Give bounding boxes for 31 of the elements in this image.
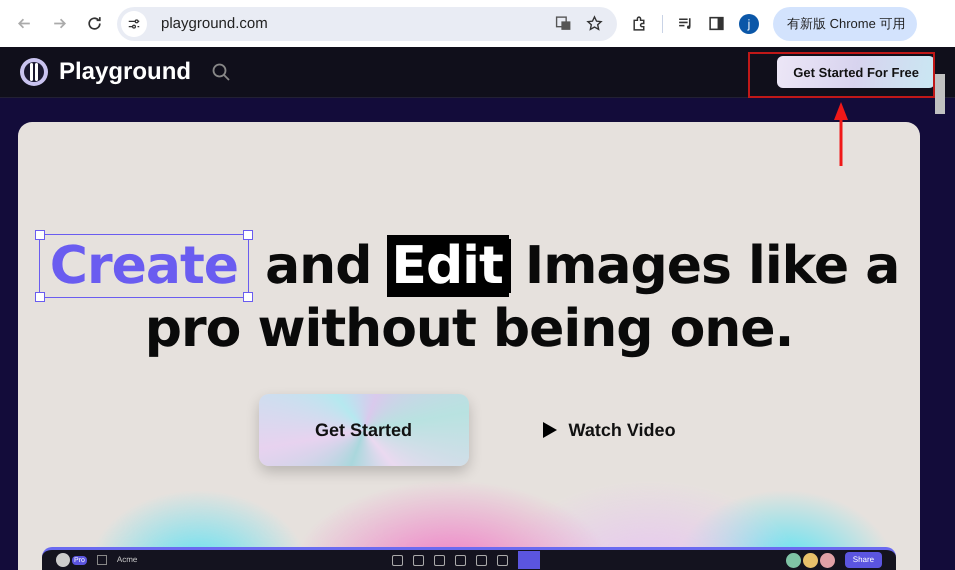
search-icon[interactable] — [211, 62, 232, 82]
tool-icon — [434, 554, 445, 566]
tool-icon — [476, 554, 487, 566]
play-icon — [542, 422, 557, 438]
headline-text: Images like a — [524, 235, 900, 297]
headline-text: pro without being one. — [144, 298, 794, 360]
tool-icon — [454, 554, 466, 566]
brand-name[interactable]: Playground — [59, 58, 192, 86]
tool-icon — [392, 554, 403, 566]
address-bar[interactable]: playground.com — [117, 6, 617, 40]
pen-tool-icon — [518, 551, 540, 569]
watch-video-button[interactable]: Watch Video — [538, 416, 680, 444]
project-name: Acme — [116, 555, 138, 565]
tool-icon — [412, 554, 424, 566]
reload-icon[interactable] — [86, 15, 103, 32]
annotation-arrow — [834, 102, 848, 166]
get-started-button[interactable]: Get Started — [258, 394, 469, 466]
headline-text: and — [265, 235, 372, 297]
star-icon[interactable] — [586, 15, 603, 32]
side-panel-icon[interactable] — [708, 15, 725, 32]
logo-icon — [19, 57, 49, 87]
tool-icon — [496, 554, 508, 566]
translate-icon[interactable] — [555, 15, 572, 32]
update-chrome-button[interactable]: 有新版 Chrome 可用 — [773, 6, 918, 40]
get-started-free-button[interactable]: Get Started For Free — [777, 56, 935, 88]
profile-avatar[interactable]: j — [739, 14, 759, 34]
panel-icon — [96, 555, 107, 565]
site-settings-icon[interactable] — [121, 10, 147, 36]
url-text: playground.com — [161, 15, 269, 32]
scrollbar[interactable] — [935, 74, 945, 114]
highlighted-word: Edit — [387, 235, 509, 297]
